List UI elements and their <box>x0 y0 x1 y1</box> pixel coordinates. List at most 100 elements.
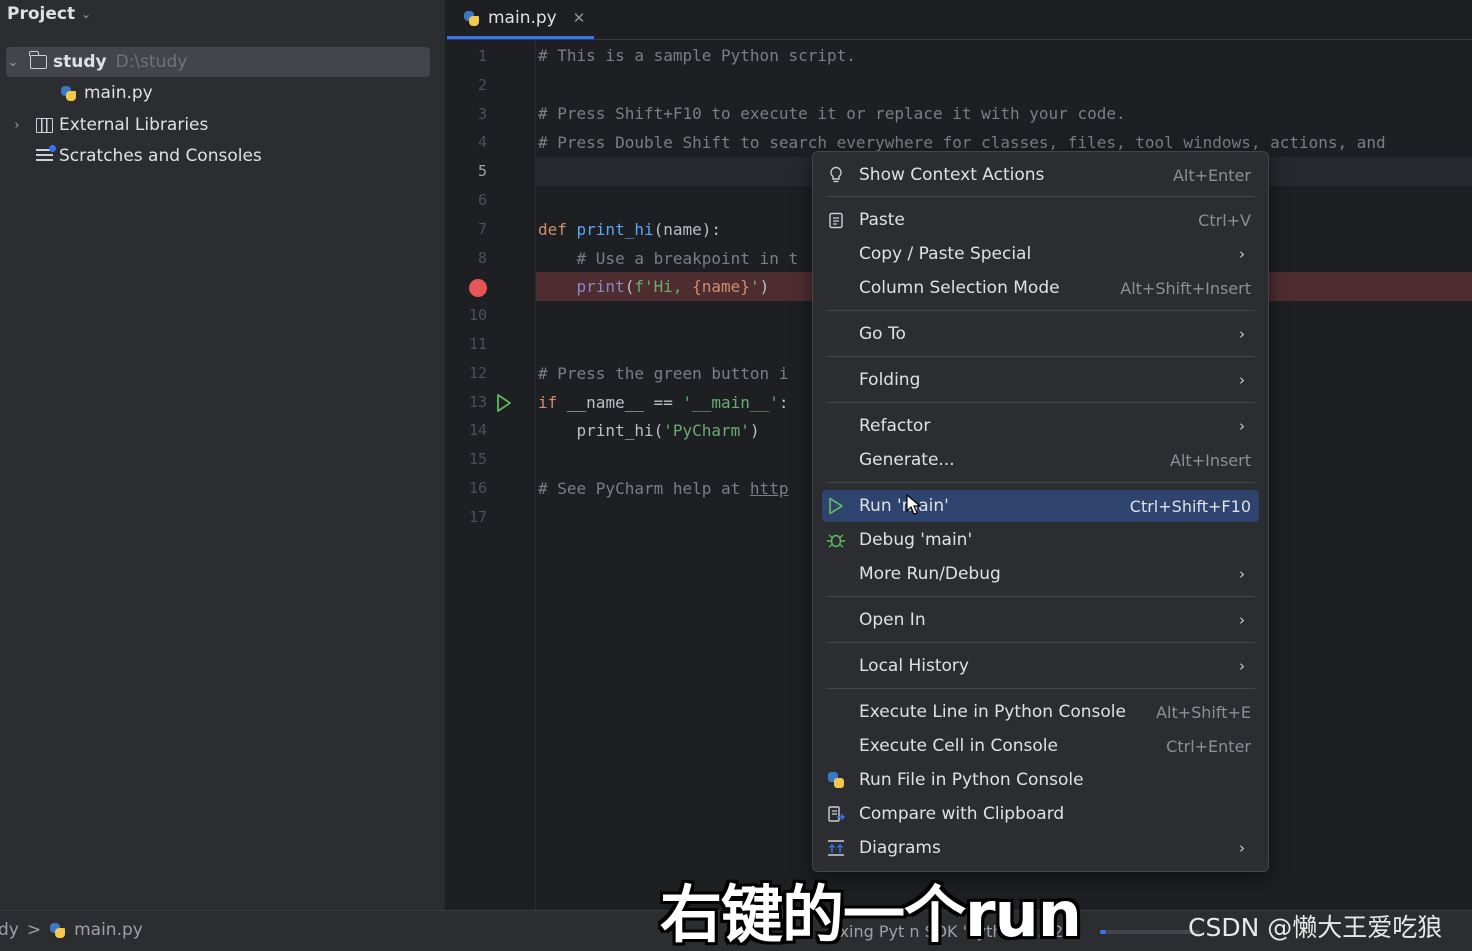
chevron-down-icon[interactable]: ⌄ <box>6 55 20 70</box>
menu-item-paste[interactable]: Paste Ctrl+V <box>822 204 1259 236</box>
keyword-token: if <box>538 393 567 412</box>
tree-item-label: study <box>53 52 107 72</box>
code-line-1: # This is a sample Python script. <box>538 46 856 65</box>
menu-item-generate[interactable]: Generate... Alt+Insert <box>822 444 1259 476</box>
menu-separator <box>826 402 1255 403</box>
menu-item-shortcut: Alt+Shift+E <box>1156 702 1251 722</box>
close-icon[interactable]: ✕ <box>573 9 586 27</box>
menu-item-open-in[interactable]: Open In › <box>822 604 1259 636</box>
line-number: 12 <box>468 363 487 382</box>
menu-item-go-to[interactable]: Go To › <box>822 318 1259 350</box>
chevron-right-icon: › <box>1239 371 1245 389</box>
python-file-icon <box>49 922 66 939</box>
line-number: 1 <box>477 47 487 65</box>
fstring-expr-token: {name} <box>692 277 750 296</box>
menu-item-label: Run 'main' <box>859 496 949 516</box>
chevron-down-icon: ⌄ <box>81 7 92 21</box>
menu-separator <box>826 356 1255 357</box>
menu-item-shortcut: Ctrl+Enter <box>1166 736 1251 756</box>
project-panel-header[interactable]: Project ⌄ <box>7 4 91 24</box>
chevron-right-icon[interactable]: › <box>10 118 24 133</box>
menu-item-label: Show Context Actions <box>859 165 1045 185</box>
menu-item-column-selection-mode[interactable]: Column Selection Mode Alt+Shift+Insert <box>822 272 1259 304</box>
tree-item-label: main.py <box>84 83 153 103</box>
scratches-icon <box>36 144 56 164</box>
run-gutter-icon[interactable] <box>496 393 512 412</box>
menu-item-diagrams[interactable]: Diagrams › <box>822 832 1259 864</box>
menu-item-copy-paste-special[interactable]: Copy / Paste Special › <box>822 238 1259 270</box>
menu-item-label: Compare with Clipboard <box>859 804 1065 824</box>
menu-item-shortcut: Ctrl+V <box>1198 210 1251 230</box>
code-line-13: if __name__ == '__main__': <box>538 388 788 417</box>
line-number: 3 <box>477 104 487 123</box>
tree-item-path: D:\study <box>115 52 188 72</box>
menu-separator <box>826 482 1255 483</box>
string-token: f'Hi, <box>634 277 693 296</box>
tree-item-label: Scratches and Consoles <box>59 146 262 166</box>
chevron-right-icon: › <box>1239 611 1245 629</box>
menu-item-label: Copy / Paste Special <box>859 244 1032 264</box>
tree-item-main-py[interactable]: main.py <box>60 78 153 108</box>
python-icon <box>822 771 850 789</box>
library-icon <box>36 117 53 133</box>
code-token: print_hi( <box>538 421 664 440</box>
editor-tab-bar: main.py ✕ <box>447 0 1472 40</box>
run-icon <box>822 497 850 515</box>
tab-main-py[interactable]: main.py ✕ <box>463 0 585 36</box>
progress-fill <box>1100 930 1106 934</box>
string-token: ' <box>749 277 760 296</box>
code-token: (name): <box>653 220 722 239</box>
menu-item-execute-line-in-python-console[interactable]: Execute Line in Python Console Alt+Shift+… <box>822 696 1259 728</box>
line-number: 5 <box>477 162 487 181</box>
line-number: 4 <box>477 133 487 152</box>
code-line-3: # Press Shift+F10 to execute it or repla… <box>538 104 1126 123</box>
menu-item-label: Open In <box>859 610 926 630</box>
breadcrumb-separator: > <box>26 920 42 940</box>
active-tab-indicator <box>447 36 594 39</box>
chevron-right-icon: › <box>1239 565 1245 583</box>
menu-item-local-history[interactable]: Local History › <box>822 650 1259 682</box>
menu-item-refactor[interactable]: Refactor › <box>822 410 1259 442</box>
editor-context-menu: Show Context Actions Alt+Enter Paste Ctrl+V… <box>812 151 1269 872</box>
breadcrumb-project[interactable]: dy <box>0 920 19 940</box>
string-token: 'PyCharm' <box>663 421 750 440</box>
menu-item-compare-with-clipboard[interactable]: Compare with Clipboard <box>822 798 1259 830</box>
tree-item-scratches[interactable]: Scratches and Consoles <box>36 141 262 171</box>
menu-item-label: Execute Cell in Console <box>859 736 1058 756</box>
tree-item-external-libraries[interactable]: › External Libraries <box>10 110 208 140</box>
line-number: 13 <box>468 392 487 411</box>
chevron-right-icon: › <box>1239 325 1245 343</box>
menu-separator <box>826 642 1255 643</box>
link-token[interactable]: http <box>750 479 789 498</box>
menu-item-show-context-actions[interactable]: Show Context Actions Alt+Enter <box>822 159 1259 191</box>
menu-item-execute-cell-in-console[interactable]: Execute Cell in Console Ctrl+Enter <box>822 730 1259 762</box>
menu-item-label: Refactor <box>859 416 931 436</box>
keyword-token: def <box>538 220 577 239</box>
string-token: '__main__' <box>682 393 779 412</box>
menu-item-label: Diagrams <box>859 838 941 858</box>
menu-item-label: Paste <box>859 210 905 230</box>
indent-token <box>538 277 577 296</box>
chevron-right-icon: › <box>1239 839 1245 857</box>
diagram-icon <box>822 839 850 857</box>
breakpoint-icon[interactable] <box>469 279 487 298</box>
menu-item-run-file-in-python-console[interactable]: Run File in Python Console <box>822 764 1259 796</box>
tree-item-label: External Libraries <box>59 115 209 135</box>
line-number: 15 <box>468 450 487 469</box>
line-number: 14 <box>468 421 487 440</box>
code-token: ( <box>624 277 635 296</box>
tree-item-study[interactable]: ⌄ study D:\study <box>6 47 430 77</box>
menu-item-shortcut: Alt+Insert <box>1170 450 1251 470</box>
breadcrumb-file[interactable]: main.py <box>74 920 143 940</box>
editor-gutter[interactable]: 1 2 3 4 5 6 7 8 10 11 12 13 14 15 16 17 <box>447 41 535 910</box>
menu-item-debug-main[interactable]: Debug 'main' <box>822 524 1259 556</box>
watermark: CSDN @懒大王爱吃狼 <box>1188 913 1443 942</box>
menu-item-run-main[interactable]: Run 'main' Ctrl+Shift+F10 <box>822 490 1259 522</box>
menu-item-folding[interactable]: Folding › <box>822 364 1259 396</box>
bug-icon <box>822 531 850 549</box>
clipboard-icon <box>822 211 850 229</box>
menu-item-label: Column Selection Mode <box>859 278 1060 298</box>
indexing-progress-bar[interactable] <box>1100 930 1200 934</box>
menu-item-more-run-debug[interactable]: More Run/Debug › <box>822 558 1259 590</box>
code-token: ) <box>759 277 770 296</box>
